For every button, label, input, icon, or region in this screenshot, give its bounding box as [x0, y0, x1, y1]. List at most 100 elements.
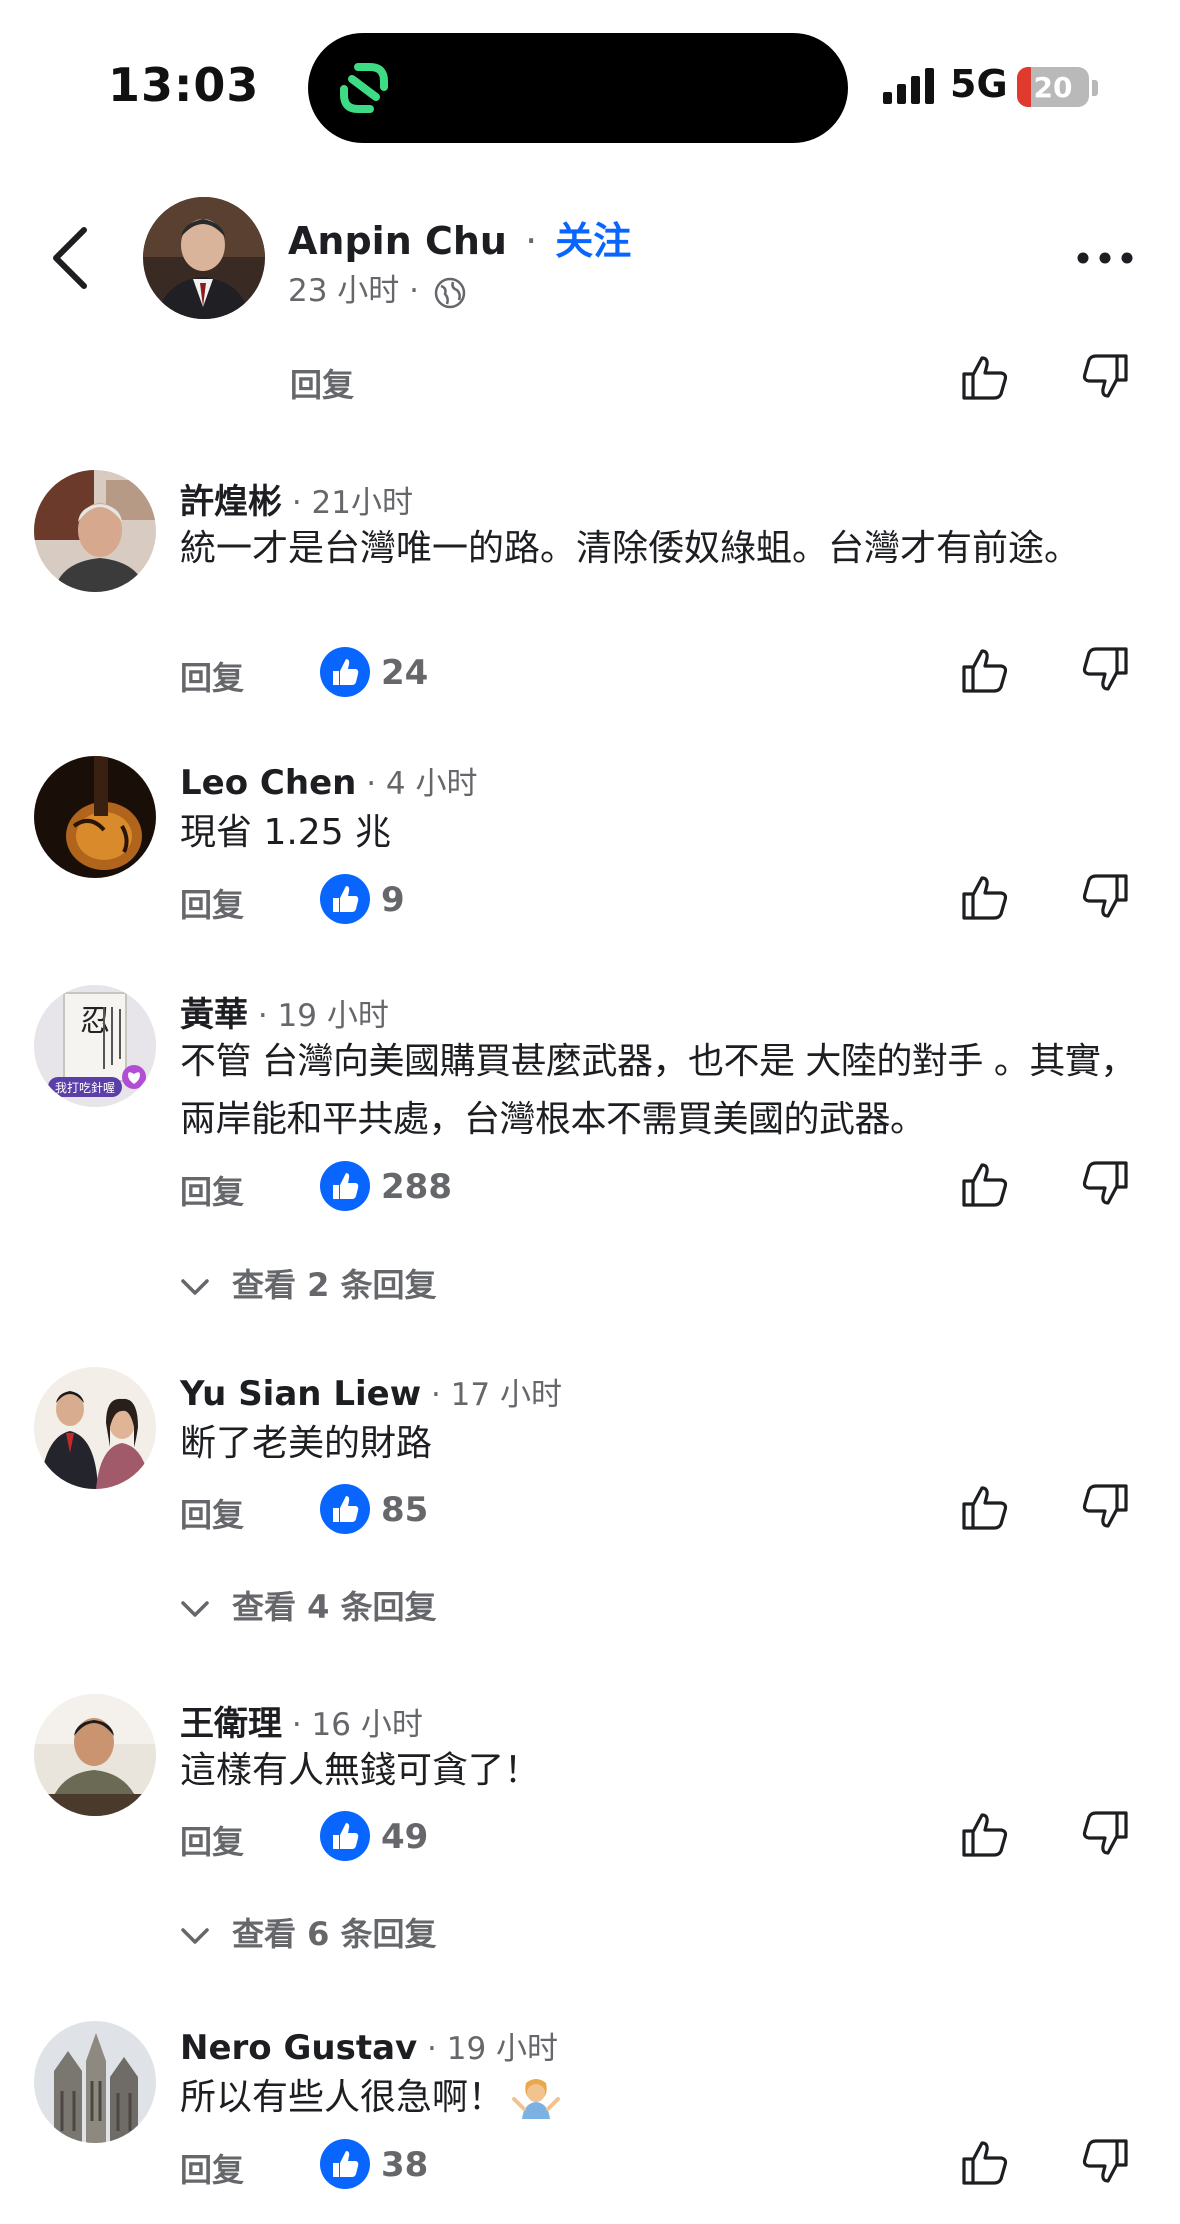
- comment-header: 王衛理 · 16 小时: [180, 1696, 423, 1745]
- like-icon[interactable]: [960, 1482, 1010, 1532]
- comment-text: 断了老美的財路: [180, 1423, 433, 1464]
- comment-actions: 回复 38: [0, 2133, 1180, 2193]
- commenter-name[interactable]: Leo Chen: [180, 763, 356, 803]
- like-badge: [320, 1811, 370, 1861]
- building-photo: [34, 2021, 156, 2143]
- more-options-icon[interactable]: [1075, 248, 1135, 268]
- comment-item: 許煌彬 · 21小时 統一才是台灣唯一的路。清除倭奴綠蛆。台灣才有前途。 回复 …: [0, 470, 1180, 697]
- post-actions: 回复: [0, 350, 1180, 410]
- comment-text: 統一才是台灣唯一的路。清除倭奴綠蛆。台灣才有前途。: [180, 528, 1081, 569]
- reply-button[interactable]: 回复: [180, 1817, 244, 1863]
- comment-header: Nero Gustav · 19 小时: [180, 2023, 558, 2068]
- author-name[interactable]: Anpin Chu: [288, 219, 507, 263]
- comment-time: · 16 小时: [282, 1707, 423, 1743]
- commenter-avatar[interactable]: [34, 756, 156, 878]
- dislike-icon[interactable]: [1080, 872, 1130, 922]
- person-shrugging-emoji-icon: [512, 2079, 561, 2119]
- like-count: 38: [381, 2145, 429, 2185]
- thumbs-up-icon: [333, 659, 359, 685]
- like-icon[interactable]: [960, 1809, 1010, 1859]
- author-avatar[interactable]: [143, 197, 265, 319]
- status-time: 13:03: [108, 58, 260, 112]
- comment-time: · 19 小时: [248, 998, 389, 1034]
- like-icon[interactable]: [960, 872, 1010, 922]
- view-replies-button[interactable]: 查看 6 条回复: [180, 1909, 437, 1955]
- globe-icon: [434, 277, 466, 308]
- like-badge: [320, 1484, 370, 1534]
- comment-actions: 回复 24: [0, 641, 1180, 701]
- comment-header: Yu Sian Liew · 17 小时: [180, 1369, 562, 1414]
- follow-button[interactable]: 关注: [555, 219, 631, 263]
- comment-text: 現省 1.25 兆: [180, 812, 392, 853]
- comment-text: 不管 台灣向美國購買甚麼武器，也不是 大陸的對手 。其實，兩岸能和平共處，台灣根…: [180, 1041, 1136, 1140]
- commenter-name[interactable]: 許煌彬: [180, 482, 282, 522]
- comment-actions: 回复 288: [0, 1155, 1180, 1215]
- reply-button[interactable]: 回复: [290, 360, 354, 406]
- commenter-avatar[interactable]: [34, 2021, 156, 2143]
- chevron-down-icon: [181, 1279, 209, 1295]
- reply-button[interactable]: 回复: [180, 653, 244, 699]
- like-badge: [320, 1161, 370, 1211]
- separator: ·: [525, 219, 538, 263]
- comment-header: 許煌彬 · 21小时: [180, 474, 413, 523]
- author-line: Anpin Chu · 关注: [288, 210, 631, 265]
- thumbs-up-icon: [333, 1823, 359, 1849]
- commenter-photo: [34, 470, 156, 592]
- dislike-icon[interactable]: [1080, 1482, 1130, 1532]
- commenter-photo: [34, 1367, 156, 1489]
- author-photo: [143, 197, 265, 319]
- back-icon[interactable]: [50, 226, 90, 290]
- view-replies-label: 查看 2 条回复: [232, 1266, 437, 1304]
- commenter-name[interactable]: Nero Gustav: [180, 2028, 417, 2068]
- like-count: 9: [381, 880, 405, 920]
- dislike-icon[interactable]: [1080, 1159, 1130, 1209]
- commenter-name[interactable]: 黃華: [180, 995, 248, 1035]
- like-badge: [320, 647, 370, 697]
- view-replies-button[interactable]: 查看 4 条回复: [180, 1582, 437, 1628]
- like-count: 49: [381, 1817, 429, 1857]
- comment-time: · 17 小时: [421, 1377, 562, 1413]
- dislike-icon[interactable]: [1080, 645, 1130, 695]
- like-icon[interactable]: [960, 2137, 1010, 2187]
- post-time: 23 小时 ·: [288, 273, 420, 309]
- dislike-icon[interactable]: [1080, 2137, 1130, 2187]
- like-count: 288: [381, 1167, 452, 1207]
- network-type: 5G: [950, 62, 1008, 106]
- thumbs-up-icon: [333, 886, 359, 912]
- commenter-avatar[interactable]: [34, 470, 156, 592]
- calligraphy-photo: 忍 我打吃針喔: [34, 985, 156, 1107]
- commenter-name[interactable]: 王衛理: [180, 1704, 282, 1744]
- chevron-down-icon: [181, 1928, 209, 1944]
- reply-button[interactable]: 回复: [180, 2145, 244, 2191]
- comment-text: 所以有些人很急啊！: [180, 2077, 505, 2118]
- post-meta: 23 小时 ·: [288, 265, 467, 310]
- dislike-icon[interactable]: [1080, 352, 1130, 402]
- comment-time: · 21小时: [282, 485, 414, 521]
- like-icon[interactable]: [960, 352, 1010, 402]
- battery-icon: 20: [1017, 67, 1089, 107]
- commenter-avatar[interactable]: 忍 我打吃針喔: [34, 985, 156, 1107]
- view-replies-label: 查看 6 条回复: [232, 1915, 437, 1953]
- battery-percent: 20: [1033, 71, 1073, 104]
- battery-nub: [1092, 80, 1098, 96]
- commenter-avatar[interactable]: [34, 1694, 156, 1816]
- comment-item: Nero Gustav · 19 小时 所以有些人很急啊！ 回复 38: [0, 2021, 1180, 2224]
- comment-header: Leo Chen · 4 小时: [180, 758, 477, 803]
- dislike-icon[interactable]: [1080, 1809, 1130, 1859]
- commenter-name[interactable]: Yu Sian Liew: [180, 1374, 421, 1414]
- link-app-icon: [340, 63, 388, 113]
- view-replies-button[interactable]: 查看 2 条回复: [180, 1260, 437, 1306]
- like-icon[interactable]: [960, 1159, 1010, 1209]
- thumbs-up-icon: [333, 1496, 359, 1522]
- reply-button[interactable]: 回复: [180, 880, 244, 926]
- like-icon[interactable]: [960, 645, 1010, 695]
- comment-actions: 回复 85: [0, 1478, 1180, 1538]
- comment-time: · 19 小时: [417, 2031, 559, 2067]
- comment-item: Leo Chen · 4 小时 現省 1.25 兆 回复 9: [0, 756, 1180, 924]
- like-count: 85: [381, 1490, 429, 1530]
- reply-button[interactable]: 回复: [180, 1490, 244, 1536]
- commenter-avatar[interactable]: [34, 1367, 156, 1489]
- reply-button[interactable]: 回复: [180, 1167, 244, 1213]
- like-badge: [320, 2139, 370, 2189]
- like-count: 24: [381, 653, 429, 693]
